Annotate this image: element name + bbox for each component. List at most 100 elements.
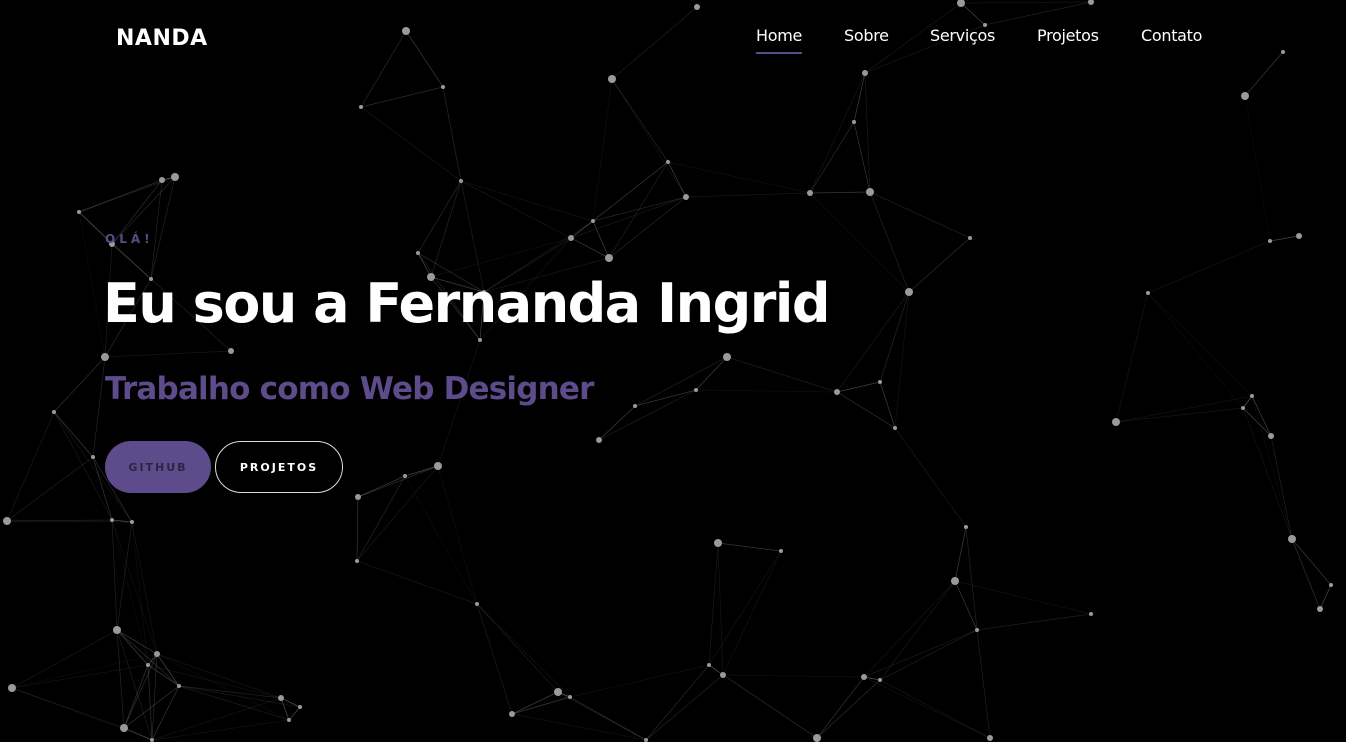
particle-link xyxy=(722,674,818,739)
particle-dot xyxy=(834,389,840,395)
particle-dot xyxy=(3,517,11,525)
particle-link xyxy=(569,664,710,698)
particle-link xyxy=(116,521,133,631)
particle-dot xyxy=(975,628,979,632)
particle-link xyxy=(645,664,710,741)
particle-link xyxy=(894,427,967,528)
particle-dot xyxy=(893,426,897,430)
particle-link xyxy=(511,696,571,715)
particle-dot xyxy=(568,235,574,241)
particle-dot xyxy=(8,684,16,692)
particle-link xyxy=(511,713,647,741)
particle-dot xyxy=(608,75,616,83)
particle-link xyxy=(111,519,158,655)
particle-dot xyxy=(416,251,420,255)
particle-link xyxy=(1269,235,1300,242)
particle-link xyxy=(598,405,636,441)
nav-link-home[interactable]: Home xyxy=(756,26,802,54)
particle-link xyxy=(151,697,282,741)
particle-dot xyxy=(852,120,856,124)
particle-link xyxy=(156,653,282,699)
particle-link xyxy=(608,161,669,259)
particle-link xyxy=(430,180,462,278)
particle-link xyxy=(6,519,113,522)
particle-dot xyxy=(1268,433,1274,439)
particle-link xyxy=(592,220,610,259)
particle-dot xyxy=(1241,406,1245,410)
particle-dot xyxy=(707,663,711,667)
particle-link xyxy=(1244,95,1271,242)
particle-dot xyxy=(813,734,821,742)
particle-link xyxy=(156,653,290,721)
particle-link xyxy=(1147,292,1253,397)
particle-link xyxy=(879,629,978,681)
particle-link xyxy=(976,613,1092,631)
particle-link xyxy=(722,674,865,678)
nav-link-servicos[interactable]: Serviços xyxy=(930,26,995,45)
particle-dot xyxy=(475,602,479,606)
particle-dot xyxy=(1296,233,1302,239)
particle-link xyxy=(908,237,971,293)
particle-dot xyxy=(509,711,515,717)
particle-link xyxy=(685,192,811,198)
particle-link xyxy=(717,542,782,552)
nav-link-sobre[interactable]: Sobre xyxy=(844,26,889,45)
particle-link xyxy=(863,676,991,739)
particle-link xyxy=(611,78,669,163)
github-button[interactable]: GITHUB xyxy=(105,441,211,493)
particle-link xyxy=(357,475,406,498)
particle-link xyxy=(836,291,910,393)
nav-link-contato[interactable]: Contato xyxy=(1141,26,1202,45)
particle-dot xyxy=(355,559,359,563)
particle-dot xyxy=(596,437,602,443)
particle-dot xyxy=(605,254,613,262)
particle-link xyxy=(1251,395,1293,540)
particle-dot xyxy=(1268,239,1272,243)
particle-link xyxy=(863,629,978,678)
particle-link xyxy=(1242,407,1293,540)
particle-link xyxy=(592,196,687,222)
particle-link xyxy=(1270,435,1293,540)
particle-dot xyxy=(779,549,783,553)
particle-dot xyxy=(1089,612,1093,616)
particle-link xyxy=(442,86,462,182)
particle-dot xyxy=(91,455,95,459)
particle-link xyxy=(592,78,613,222)
particle-link xyxy=(357,465,439,498)
particle-link xyxy=(569,696,647,741)
particle-link xyxy=(116,629,180,687)
particle-link xyxy=(6,411,55,522)
particle-dot xyxy=(441,85,445,89)
particle-link xyxy=(717,542,724,676)
particle-dot xyxy=(150,738,154,742)
particle-dot xyxy=(1112,418,1120,426)
particle-link xyxy=(178,685,290,721)
nav-link-projetos[interactable]: Projetos xyxy=(1037,26,1099,45)
navbar: NANDA Home Sobre Serviços Projetos Conta… xyxy=(0,0,1346,72)
particle-dot xyxy=(228,348,234,354)
particle-link xyxy=(954,526,967,582)
particle-link xyxy=(816,679,881,739)
particle-dot xyxy=(714,539,722,547)
particle-link xyxy=(667,161,811,194)
particle-link xyxy=(151,685,180,741)
logo[interactable]: NANDA xyxy=(116,26,208,51)
particle-link xyxy=(147,664,180,687)
particle-link xyxy=(570,237,610,259)
particle-link xyxy=(1115,292,1149,423)
particle-link xyxy=(511,691,559,715)
particle-link xyxy=(116,629,153,741)
particle-link xyxy=(954,580,1092,615)
projetos-button[interactable]: PROJETOS xyxy=(215,441,343,493)
particle-link xyxy=(645,674,724,741)
particle-dot xyxy=(101,353,109,361)
particle-dot xyxy=(171,173,179,181)
particle-link xyxy=(92,356,106,458)
particle-dot xyxy=(951,577,959,585)
particle-link xyxy=(598,389,697,441)
particle-dot xyxy=(683,194,689,200)
particle-dot xyxy=(355,494,361,500)
particle-link xyxy=(570,196,687,239)
particle-link xyxy=(417,180,462,254)
particle-dot xyxy=(130,520,134,524)
